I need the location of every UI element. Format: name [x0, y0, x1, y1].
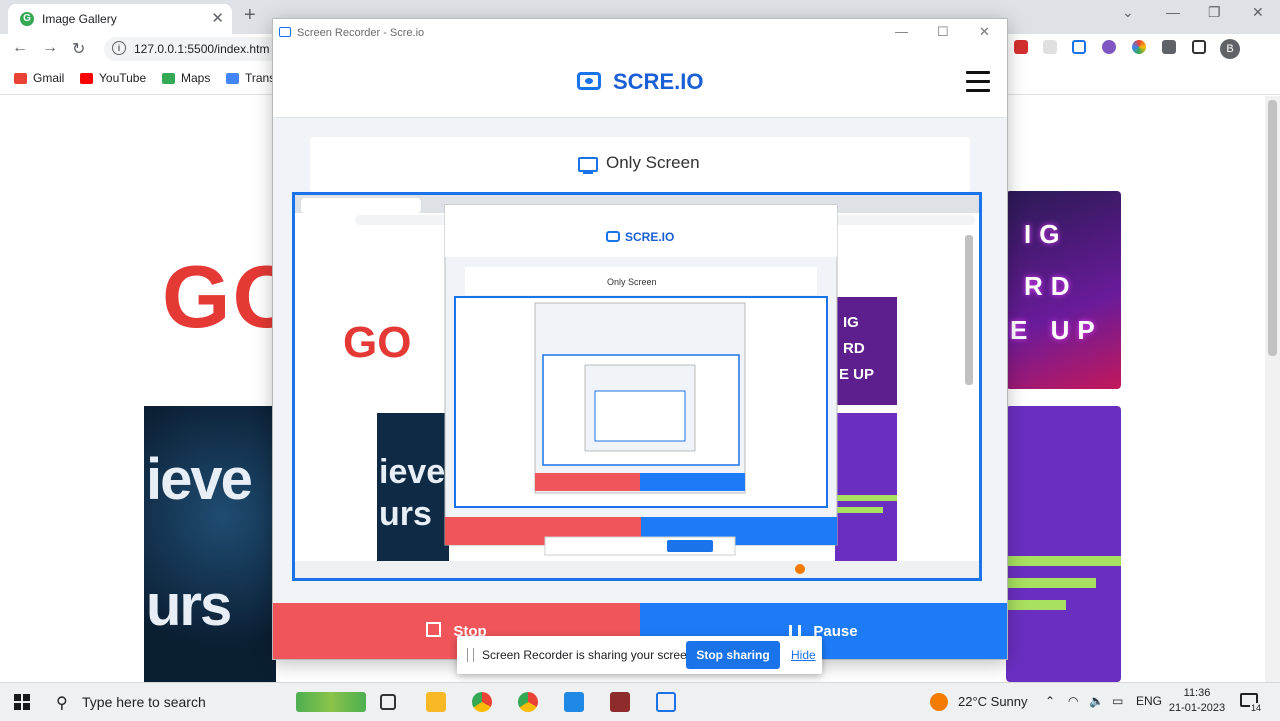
side-panel-icon[interactable]: [1192, 40, 1206, 54]
avatar[interactable]: B: [1220, 39, 1240, 59]
gallery-image-purple[interactable]: [1006, 406, 1121, 682]
taskbar-search-placeholder: Type here to search: [82, 694, 206, 710]
file-explorer-icon[interactable]: [426, 692, 446, 712]
popup-close-icon[interactable]: ✕: [979, 24, 990, 40]
svg-text:SCRE.IO: SCRE.IO: [625, 230, 674, 244]
recursive-screen-capture: GO ieve urs IG RD E UP SCRE.IO Only Scre…: [295, 195, 979, 578]
stop-sharing-button[interactable]: Stop sharing: [686, 641, 780, 669]
bookmark-translate[interactable]: Trans: [226, 71, 275, 85]
youtube-icon: [80, 73, 93, 85]
tile-text: urs: [146, 573, 232, 638]
bookmark-youtube[interactable]: YouTube: [80, 71, 146, 85]
screen-recorder-extension-icon[interactable]: [1072, 40, 1086, 54]
popup-window-title: Screen Recorder - Scre.io: [297, 27, 425, 39]
translate-icon: [226, 73, 239, 85]
screen-recorder-window: Screen Recorder - Scre.io — ☐ ✕ SCRE.IO …: [272, 18, 1008, 660]
tile-text: ieve: [146, 447, 253, 512]
color-extension-icon[interactable]: [1132, 40, 1146, 54]
forward-icon[interactable]: →: [42, 39, 58, 57]
gallery-image-space[interactable]: ieve urs: [144, 406, 276, 682]
maps-icon: [162, 73, 175, 85]
svg-text:RD: RD: [843, 340, 865, 357]
battery-icon[interactable]: ▭: [1112, 694, 1123, 708]
screen-preview: GO ieve urs IG RD E UP SCRE.IO Only Scre…: [292, 192, 982, 581]
gmail-icon: [14, 73, 27, 85]
gallery-favicon-icon: G: [20, 12, 34, 26]
screen-sharing-bar: Screen Recorder is sharing your screen. …: [457, 636, 822, 674]
weather-text[interactable]: 22°C Sunny: [958, 694, 1028, 709]
show-hidden-icons-icon[interactable]: ⌃: [1045, 694, 1055, 708]
taskbar: ⚲ Type here to search 22°C Sunny ⌃ ◠ 🔈 ▭…: [0, 682, 1280, 721]
new-tab-icon[interactable]: +: [244, 4, 256, 27]
clock-time: 11:36: [1183, 687, 1211, 699]
windows-start-icon[interactable]: [14, 694, 30, 710]
svg-text:urs: urs: [379, 495, 432, 533]
extension-icon[interactable]: [1102, 40, 1116, 54]
reload-icon[interactable]: ↻: [72, 39, 85, 59]
language-indicator[interactable]: ENG: [1136, 694, 1162, 708]
tile-text: RD: [1024, 271, 1078, 301]
address-url: 127.0.0.1:5500/index.htm: [134, 42, 270, 56]
bookmark-maps[interactable]: Maps: [162, 71, 210, 85]
extension-icon[interactable]: [1014, 40, 1028, 54]
gallery-image-neon[interactable]: IG RD E UP: [1006, 191, 1121, 389]
task-view-icon[interactable]: [380, 694, 396, 710]
tile-text: IG: [1024, 219, 1068, 249]
volume-icon[interactable]: 🔈: [1089, 694, 1104, 708]
hamburger-menu-icon[interactable]: [966, 71, 990, 92]
hide-link[interactable]: Hide: [791, 648, 816, 662]
drag-handle-icon[interactable]: [467, 648, 474, 662]
svg-text:E UP: E UP: [839, 366, 874, 383]
decor-stripe: [1006, 600, 1066, 610]
site-info-icon[interactable]: i: [112, 41, 126, 55]
svg-text:IG: IG: [843, 314, 859, 331]
decor-stripe: [1006, 556, 1121, 566]
monitor-icon: [578, 157, 598, 174]
svg-text:Only Screen: Only Screen: [607, 277, 657, 287]
popup-titlebar: Screen Recorder - Scre.io — ☐ ✕: [273, 19, 1007, 48]
close-tab-icon[interactable]: ✕: [211, 9, 224, 27]
tab-search-chevron-icon[interactable]: ⌄: [1122, 4, 1134, 21]
svg-text:ieve: ieve: [379, 453, 445, 491]
svg-text:GO: GO: [343, 318, 411, 367]
restore-icon[interactable]: ❐: [1208, 4, 1221, 21]
browser-tab[interactable]: G Image Gallery ✕: [8, 4, 232, 34]
screen-recorder-taskbar-icon[interactable]: [656, 692, 676, 712]
sharing-message: Screen Recorder is sharing your screen.: [482, 648, 697, 662]
back-icon[interactable]: ←: [12, 39, 28, 57]
page-scrollbar-thumb[interactable]: [1268, 100, 1277, 356]
bookmark-gmail[interactable]: Gmail: [14, 71, 64, 85]
brand-logo: SCRE.IO: [613, 69, 704, 94]
minimize-icon[interactable]: —: [1166, 4, 1180, 20]
extension-icon[interactable]: [1043, 40, 1057, 54]
vscode-icon[interactable]: [564, 692, 584, 712]
record-logo-icon: [577, 72, 601, 90]
tile-text: E UP: [1010, 315, 1103, 345]
recorder-app-icon: [279, 27, 291, 37]
search-icon: ⚲: [56, 695, 68, 712]
recording-mode-label: Only Screen: [606, 153, 700, 172]
stop-icon: [426, 622, 442, 637]
recording-mode-selector[interactable]: Only Screen: [310, 137, 970, 192]
decor-stripe: [1006, 578, 1096, 588]
tab-title: Image Gallery: [42, 12, 117, 26]
recorder-header: SCRE.IO: [273, 47, 1007, 118]
chrome-icon[interactable]: [472, 692, 492, 712]
notification-count: 14: [1250, 703, 1263, 713]
weather-sun-icon: [930, 693, 948, 711]
puzzle-icon[interactable]: [1162, 40, 1176, 54]
taskbar-clock[interactable]: 11:36 21-01-2023: [1168, 686, 1226, 716]
popup-maximize-icon[interactable]: ☐: [937, 24, 949, 40]
winrar-icon[interactable]: [610, 692, 630, 712]
clock-date: 21-01-2023: [1168, 702, 1226, 714]
popup-minimize-icon[interactable]: —: [895, 24, 908, 39]
chrome-icon[interactable]: [518, 692, 538, 712]
close-window-icon[interactable]: ✕: [1252, 4, 1264, 21]
search-highlight-image-icon[interactable]: [296, 692, 366, 712]
wifi-icon[interactable]: ◠: [1068, 694, 1078, 708]
